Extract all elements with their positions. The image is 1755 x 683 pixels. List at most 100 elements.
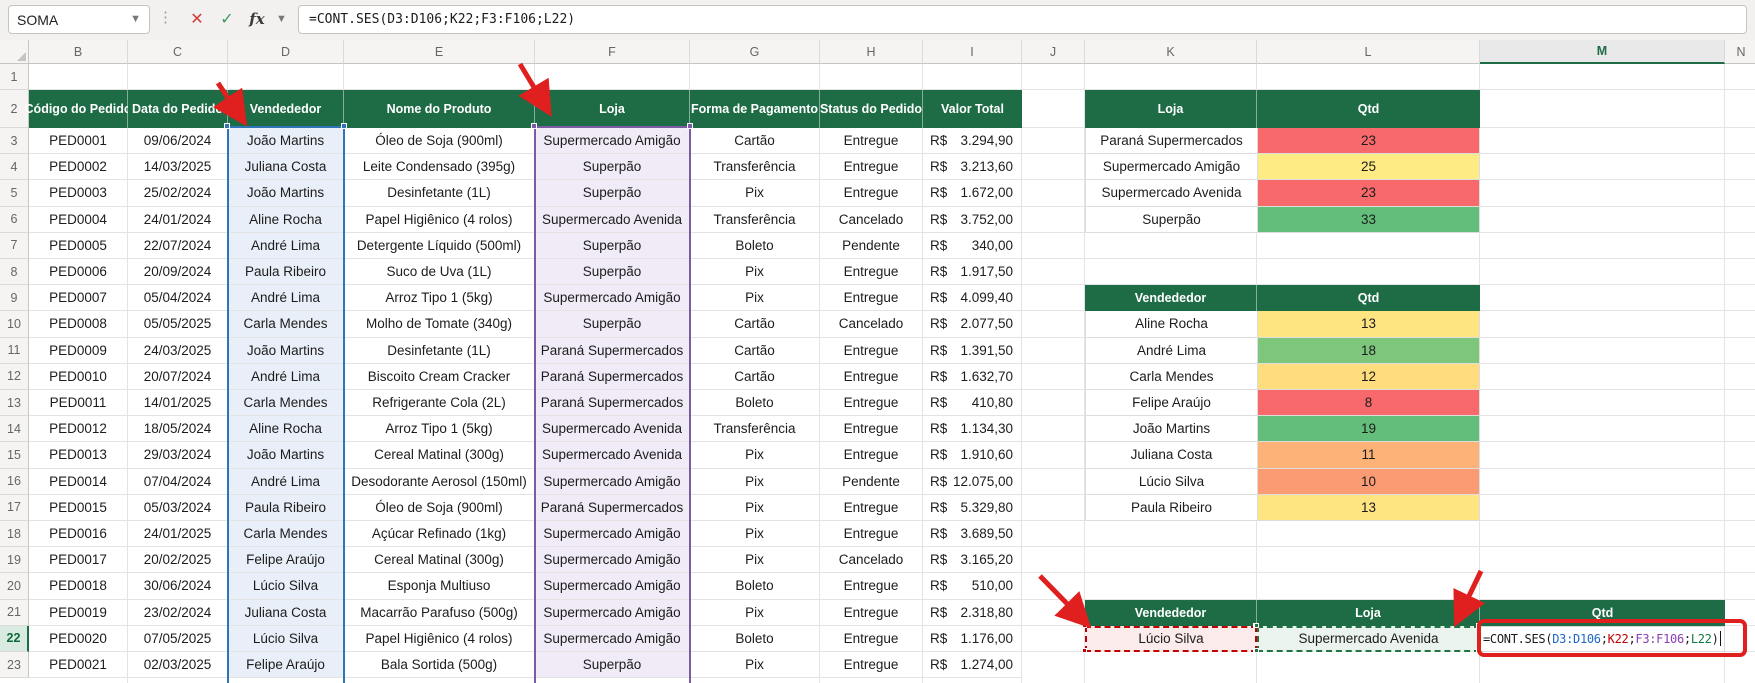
column-header-J[interactable]: J [1022, 40, 1085, 64]
cell[interactable]: Entregue [820, 338, 923, 364]
cell[interactable]: Superpão [535, 259, 690, 285]
column-header-I[interactable]: I [923, 40, 1022, 64]
cell[interactable]: Pix [690, 600, 820, 626]
cell[interactable]: 14/03/2025 [128, 154, 228, 180]
main-table-header-1[interactable]: Código do Pedido [29, 90, 128, 128]
cell[interactable]: João Martins [228, 180, 344, 206]
vendedor-summary-label[interactable]: André Lima [1085, 338, 1257, 364]
cell[interactable]: Supermercado Amigão [535, 573, 690, 599]
row-header-23[interactable]: 23 [0, 652, 29, 678]
cell[interactable]: Entregue [820, 495, 923, 521]
main-table-header-7[interactable]: Status do Pedido [820, 90, 923, 128]
cell[interactable]: Entregue [820, 442, 923, 468]
column-header-M[interactable]: M [1480, 40, 1725, 64]
cell[interactable]: João Martins [228, 442, 344, 468]
cell[interactable]: Paraná Supermercados [535, 495, 690, 521]
cell[interactable]: R$1.632,70 [923, 364, 1022, 390]
cell[interactable]: Papel Higiênico (4 rolos) [344, 207, 535, 233]
main-table-header-2[interactable]: Data do Pedido [128, 90, 228, 128]
row-header-12[interactable]: 12 [0, 364, 29, 390]
cell[interactable]: Superpão [535, 154, 690, 180]
cell[interactable]: Paula Ribeiro [228, 259, 344, 285]
cell[interactable]: R$1.391,50 [923, 338, 1022, 364]
cell[interactable]: Superpão [535, 233, 690, 259]
vendedor-summary-qtd[interactable]: 8 [1257, 390, 1480, 416]
cell[interactable]: R$1.134,30 [923, 416, 1022, 442]
cell[interactable]: Detergente Líquido (500ml) [344, 233, 535, 259]
cell[interactable]: 07/05/2025 [128, 626, 228, 652]
cell[interactable]: Macarrão Parafuso (500g) [344, 600, 535, 626]
cell[interactable]: Leite Condensado (395g) [344, 154, 535, 180]
cell[interactable]: Pendente [820, 233, 923, 259]
row-header-20[interactable]: 20 [0, 573, 29, 599]
cell[interactable]: Superpão [535, 652, 690, 678]
loja-summary-qtd[interactable]: 25 [1257, 154, 1480, 180]
cell[interactable]: Entregue [820, 652, 923, 678]
cell[interactable]: 24/03/2025 [128, 338, 228, 364]
column-header-L[interactable]: L [1257, 40, 1480, 64]
cell[interactable]: Desinfetante (1L) [344, 180, 535, 206]
range-handle[interactable] [531, 123, 537, 129]
cell[interactable]: Pix [690, 285, 820, 311]
cell[interactable]: PED0009 [29, 338, 128, 364]
cell[interactable]: Pendente [820, 469, 923, 495]
cell[interactable]: Transferência [690, 207, 820, 233]
cell[interactable]: João Martins [228, 128, 344, 154]
vendedor-summary-header-2[interactable]: Qtd [1257, 285, 1480, 311]
cell[interactable]: Supermercado Amigão [535, 285, 690, 311]
cell[interactable]: André Lima [228, 285, 344, 311]
cell[interactable]: 05/04/2024 [128, 285, 228, 311]
cell[interactable]: Arroz Tipo 1 (5kg) [344, 285, 535, 311]
cell[interactable]: PED0012 [29, 416, 128, 442]
cell[interactable]: R$3.213,60 [923, 154, 1022, 180]
range-handle[interactable] [1082, 623, 1087, 628]
row-header-22[interactable]: 22 [0, 626, 29, 652]
cell[interactable]: Pix [690, 442, 820, 468]
cell[interactable]: Entregue [820, 600, 923, 626]
loja-summary-label[interactable]: Supermercado Amigão [1085, 154, 1257, 180]
cell[interactable]: Cartão [690, 364, 820, 390]
cell[interactable]: Paraná Supermercados [535, 364, 690, 390]
cell[interactable]: 05/03/2024 [128, 495, 228, 521]
vendedor-summary-label[interactable]: Paula Ribeiro [1085, 495, 1257, 521]
row-header-10[interactable]: 10 [0, 311, 29, 337]
cell[interactable]: Transferência [690, 416, 820, 442]
cell[interactable]: Pix [690, 259, 820, 285]
cell[interactable]: 09/06/2024 [128, 128, 228, 154]
cell[interactable]: Cancelado [820, 311, 923, 337]
cell[interactable]: Juliana Costa [228, 154, 344, 180]
cell[interactable]: Cartão [690, 338, 820, 364]
cell[interactable]: Juliana Costa [228, 600, 344, 626]
loja-summary-label[interactable]: Superpão [1085, 207, 1257, 233]
row-header-8[interactable]: 8 [0, 259, 29, 285]
cell[interactable]: Transferência [690, 154, 820, 180]
cell[interactable]: PED0018 [29, 573, 128, 599]
cell[interactable]: Refrigerante Cola (2L) [344, 390, 535, 416]
cell[interactable]: Lúcio Silva [228, 626, 344, 652]
cell[interactable]: R$1.176,00 [923, 626, 1022, 652]
cell[interactable]: André Lima [228, 469, 344, 495]
name-box[interactable]: SOMA ▼ [8, 5, 150, 34]
column-header-N[interactable]: N [1725, 40, 1755, 64]
cell[interactable]: Papel Higiênico (4 rolos) [344, 626, 535, 652]
cell[interactable]: 29/03/2024 [128, 442, 228, 468]
vendedor-summary-label[interactable]: Aline Rocha [1085, 311, 1257, 337]
cell[interactable]: Superpão [535, 311, 690, 337]
cell[interactable]: Cancelado [820, 207, 923, 233]
cell[interactable]: PED0001 [29, 128, 128, 154]
cell[interactable]: R$3.294,90 [923, 128, 1022, 154]
row-header-11[interactable]: 11 [0, 338, 29, 364]
cell[interactable]: R$3.165,20 [923, 547, 1022, 573]
cell[interactable]: R$410,80 [923, 390, 1022, 416]
column-header-G[interactable]: G [690, 40, 820, 64]
cell[interactable]: PED0002 [29, 154, 128, 180]
cell[interactable]: Pix [690, 521, 820, 547]
range-handle[interactable] [1082, 648, 1087, 653]
cell[interactable]: PED0006 [29, 259, 128, 285]
cell[interactable]: Óleo de Soja (900ml) [344, 495, 535, 521]
lookup-header-2[interactable]: Loja [1257, 600, 1480, 626]
cell[interactable]: 18/05/2024 [128, 416, 228, 442]
cell[interactable]: PED0013 [29, 442, 128, 468]
row-header-17[interactable]: 17 [0, 495, 29, 521]
cell[interactable]: Boleto [690, 573, 820, 599]
